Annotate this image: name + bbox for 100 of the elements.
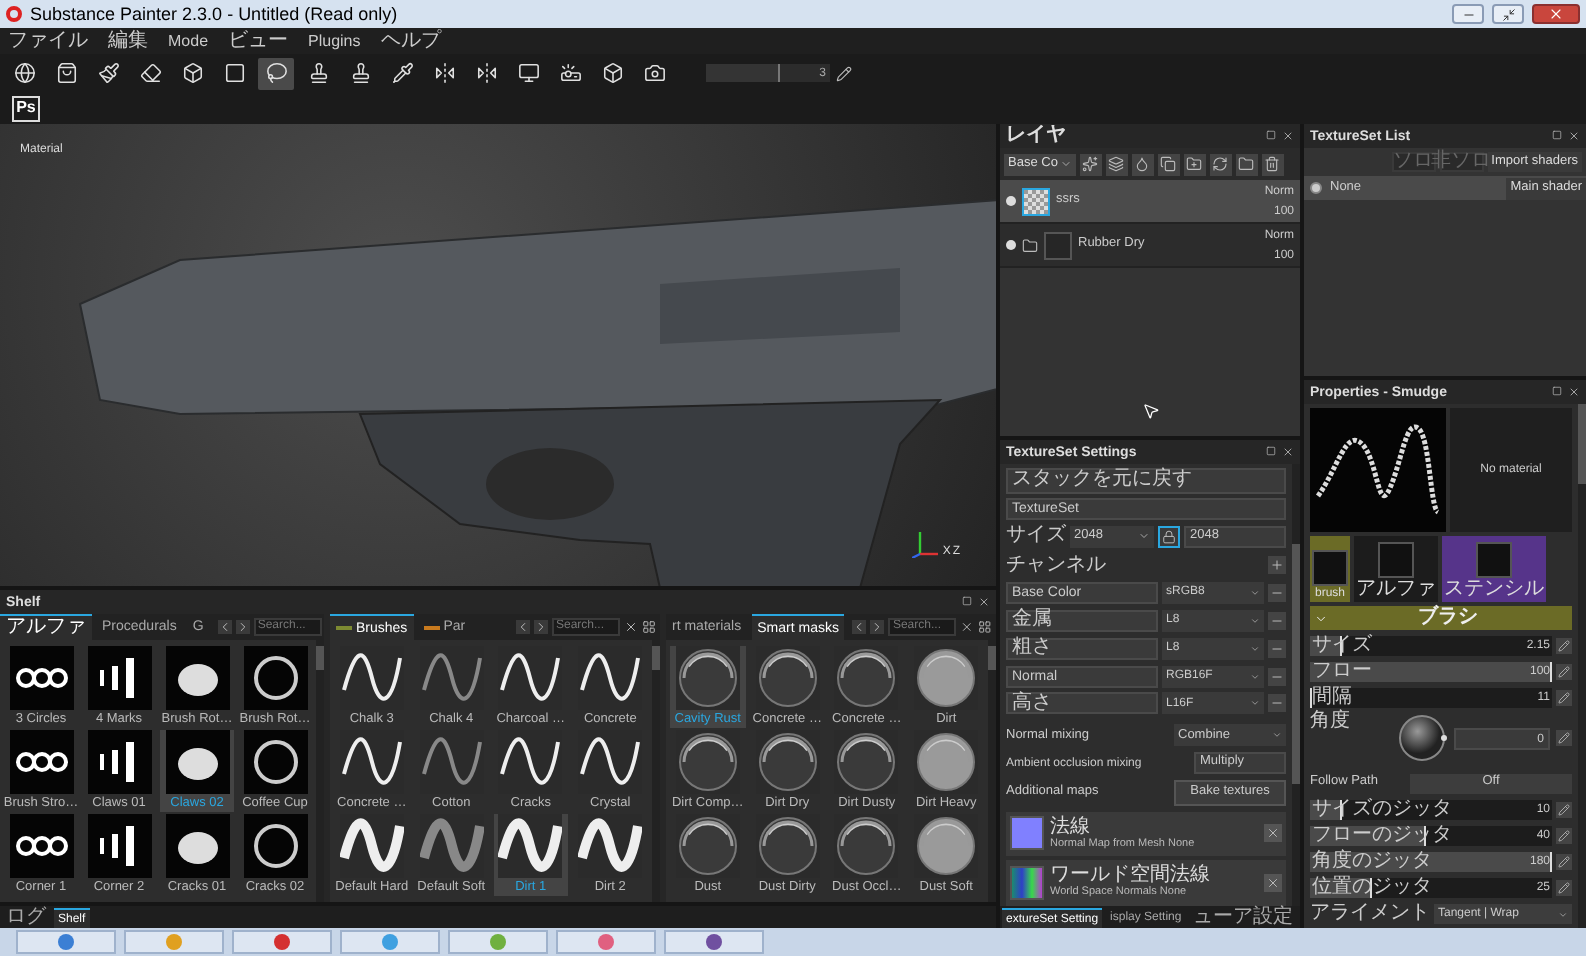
edit-button[interactable] — [1556, 730, 1572, 746]
channel-name-field[interactable]: 粗さ — [1006, 637, 1158, 660]
layer-tool-button[interactable] — [1261, 153, 1284, 175]
projector-icon — [559, 62, 581, 84]
slider-label: 角度のジッタ — [1312, 851, 1432, 871]
next-button[interactable] — [235, 620, 250, 634]
angle-dial[interactable] — [1396, 712, 1448, 764]
remove-channel-button[interactable] — [1268, 639, 1286, 658]
caret-icon — [1250, 643, 1260, 654]
caret-icon — [1272, 730, 1282, 741]
channel-name-field[interactable]: 高さ — [1006, 692, 1158, 715]
visibility-toggle[interactable] — [1006, 240, 1016, 250]
lasso-icon — [265, 62, 287, 84]
brush-slot[interactable]: ステンシル — [1442, 536, 1546, 602]
app-icon — [58, 934, 74, 950]
previous-button[interactable] — [217, 620, 232, 634]
edit-button[interactable] — [1556, 801, 1572, 817]
angle-label: 角度 — [1310, 712, 1352, 732]
close-button[interactable] — [1532, 4, 1580, 24]
remove-channel-button[interactable] — [1268, 583, 1286, 602]
edit-button[interactable] — [1556, 827, 1572, 843]
menu-item[interactable]: ビュー — [228, 31, 289, 51]
layer-tool-button[interactable] — [1079, 153, 1102, 175]
edit-button[interactable] — [1556, 689, 1572, 705]
cube-icon — [181, 62, 203, 84]
layer-tool-button[interactable] — [1105, 153, 1128, 175]
photoshop-button[interactable]: Ps — [12, 95, 40, 121]
layer-tool-button[interactable] — [1157, 153, 1180, 175]
add-channel-button[interactable] — [1268, 556, 1286, 575]
previous-button[interactable] — [516, 620, 530, 634]
layer-tool-button[interactable] — [1183, 153, 1206, 175]
visibility-toggle[interactable] — [1006, 196, 1016, 206]
remove-map-button[interactable] — [1264, 874, 1282, 893]
refresh-icon — [1212, 156, 1229, 172]
edit-button[interactable] — [1556, 637, 1572, 653]
next-button[interactable] — [870, 620, 885, 634]
pencil-icon — [1558, 881, 1570, 893]
minimize-button[interactable] — [1452, 4, 1484, 24]
brush-stroke-thumbnail — [498, 814, 563, 878]
eraser-icon — [139, 62, 161, 84]
remove-channel-button[interactable] — [1268, 694, 1286, 713]
pencil-icon — [1558, 732, 1570, 744]
taskbar-app-button[interactable] — [16, 930, 116, 954]
sphere-thumbnail — [755, 730, 820, 794]
square-icon — [223, 62, 245, 84]
layer-thumbnail — [1022, 187, 1050, 215]
menu-item[interactable]: ヘルプ — [380, 31, 441, 51]
edit-button[interactable] — [1556, 879, 1572, 895]
taskbar-app-button[interactable] — [232, 930, 332, 954]
paintbrush-icon — [97, 62, 119, 84]
scrollbar[interactable] — [1292, 464, 1300, 906]
channel-name-field[interactable]: 金属 — [1006, 609, 1158, 632]
layer-tool-button[interactable] — [1131, 153, 1154, 175]
sphere-thumbnail — [675, 814, 740, 878]
grid-icon — [642, 620, 656, 634]
mirror-icon — [433, 62, 455, 84]
maximize-button[interactable] — [1492, 4, 1524, 24]
radio-icon — [1310, 182, 1322, 194]
app-icon — [166, 934, 182, 950]
layer-tool-button[interactable] — [1235, 153, 1258, 175]
menu-item[interactable]: Plugins — [308, 33, 361, 49]
remove-channel-button[interactable] — [1268, 667, 1286, 686]
layer-tool-button[interactable] — [1209, 153, 1232, 175]
library-tab[interactable]: アルファ — [0, 614, 92, 640]
remove-channel-button[interactable] — [1268, 611, 1286, 630]
edit-button[interactable] — [1556, 663, 1572, 679]
edit-button[interactable] — [1556, 853, 1572, 869]
taskbar-app-button[interactable] — [556, 930, 656, 954]
droplet-icon — [1134, 156, 1151, 172]
chevron-right-icon — [235, 620, 250, 634]
next-button[interactable] — [534, 620, 548, 634]
menu-item[interactable]: Mode — [168, 33, 209, 49]
taskbar-app-button[interactable] — [664, 930, 764, 954]
caret-icon — [1250, 698, 1260, 709]
previous-button[interactable] — [852, 620, 867, 634]
monitor-icon — [517, 62, 539, 84]
map-name: ワールド空間法線 — [1050, 866, 1212, 887]
pencil-icon — [1558, 665, 1570, 677]
panel-title: レイヤ — [1006, 126, 1066, 146]
lock-icon — [1162, 529, 1176, 544]
lock-button[interactable] — [1158, 525, 1180, 548]
app-icon — [382, 934, 398, 950]
stamp-icon — [307, 62, 329, 84]
menu-item[interactable]: 編集 — [108, 31, 148, 51]
alpha-thumbnail — [87, 730, 151, 794]
map-name: 法線 — [1050, 817, 1092, 838]
panel-tab[interactable]: ログ — [2, 908, 50, 928]
section-header[interactable]: ブラシ — [1310, 606, 1572, 630]
alpha-thumbnail — [243, 646, 307, 710]
panel-tab[interactable]: ューア設定 — [1189, 908, 1298, 928]
caret-icon — [1250, 587, 1260, 598]
revert-stack-button[interactable]: スタックを元に戻す — [1006, 468, 1286, 494]
tool-button[interactable] — [258, 57, 294, 89]
menu-item[interactable]: ファイル — [8, 31, 88, 51]
sparkles-icon — [1082, 156, 1099, 172]
caret-icon — [1250, 615, 1260, 626]
remove-map-button[interactable] — [1264, 824, 1282, 843]
brush-slot[interactable]: アルファ — [1354, 536, 1438, 602]
chevron-right-icon — [870, 620, 885, 634]
channels-label: チャンネル — [1006, 555, 1106, 576]
